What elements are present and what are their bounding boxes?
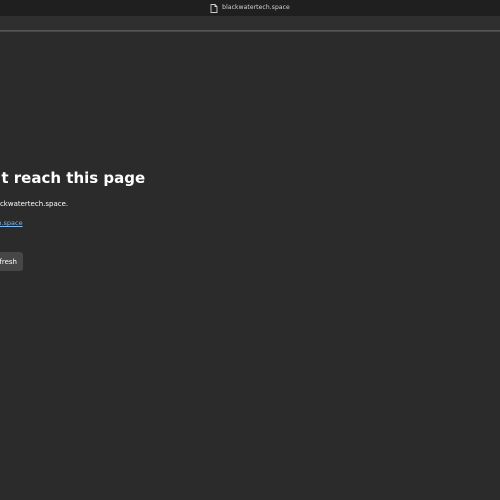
browser-window: blackwatertech.space an't reach this pag… [0,0,500,500]
error-heading: an't reach this page [0,169,146,187]
toolbar-divider [0,30,500,31]
title-group: blackwatertech.space [210,3,290,13]
title-bar: blackwatertech.space [0,0,500,16]
window-title: blackwatertech.space [222,4,290,11]
page-icon [210,3,218,13]
refresh-button[interactable]: fresh [0,252,23,271]
error-description: p in blackwatertech.space. [0,200,69,208]
error-details-link[interactable]: atertech.space [0,219,23,227]
error-page: an't reach this page p in blackwatertech… [0,32,500,500]
